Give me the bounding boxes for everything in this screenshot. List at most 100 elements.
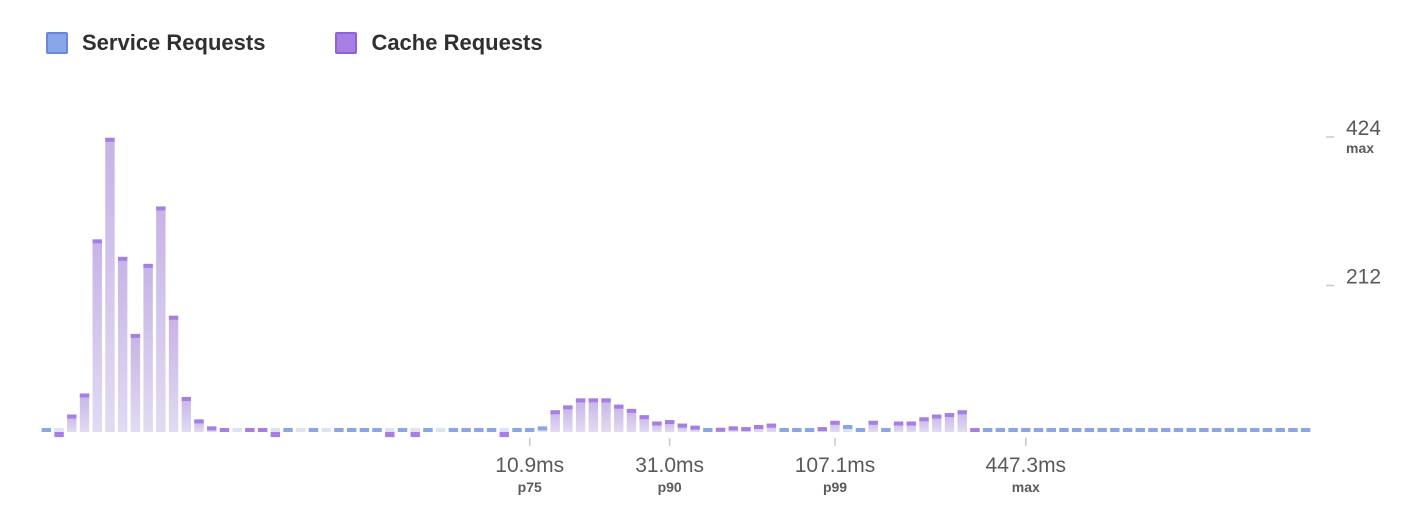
bar-group[interactable]	[970, 428, 980, 432]
bar-group[interactable]	[1071, 428, 1082, 432]
bar-group[interactable]	[448, 428, 459, 432]
bar-group[interactable]	[893, 421, 904, 432]
bar-group[interactable]	[334, 428, 344, 432]
bar-group[interactable]	[346, 428, 357, 432]
bar-group[interactable]	[486, 428, 497, 432]
bar-group[interactable]	[257, 428, 268, 432]
bar-group[interactable]	[435, 428, 446, 432]
bar-group[interactable]	[664, 420, 675, 432]
bar-group[interactable]	[792, 428, 802, 432]
bar-group[interactable]	[1262, 428, 1273, 432]
bar-group[interactable]	[512, 428, 522, 432]
bar-group[interactable]	[270, 428, 281, 438]
bar-group[interactable]	[1059, 428, 1069, 432]
bar-group[interactable]	[359, 428, 370, 432]
bar-group[interactable]	[588, 398, 599, 432]
bar-group[interactable]	[932, 414, 942, 432]
bar-group[interactable]	[944, 413, 955, 432]
bar-group[interactable]	[1173, 428, 1184, 432]
bar-group[interactable]	[919, 417, 929, 432]
bar-group[interactable]	[1122, 428, 1133, 432]
bar-group[interactable]	[652, 421, 662, 432]
bar-group[interactable]	[1135, 428, 1145, 432]
bar-group[interactable]	[232, 428, 242, 432]
bar-group[interactable]	[868, 420, 878, 432]
bar-group[interactable]	[181, 396, 191, 432]
bar-group[interactable]	[1046, 428, 1056, 432]
bar-group[interactable]	[1250, 428, 1260, 432]
bar-group[interactable]	[296, 428, 306, 432]
bar-group[interactable]	[461, 428, 471, 432]
bar-group[interactable]	[753, 424, 764, 432]
bar-group[interactable]	[130, 333, 141, 432]
bar-group[interactable]	[601, 398, 611, 432]
bar-group[interactable]	[372, 428, 382, 432]
bar-group[interactable]	[563, 405, 573, 432]
bar-group[interactable]	[410, 428, 420, 438]
bar-group[interactable]	[67, 414, 77, 432]
bar-group[interactable]	[677, 423, 688, 432]
bar-group[interactable]	[143, 263, 153, 432]
bar-group[interactable]	[1033, 428, 1044, 432]
bar-group[interactable]	[703, 428, 713, 432]
bar-group[interactable]	[1275, 428, 1285, 432]
bar-group[interactable]	[168, 315, 179, 432]
bar-group[interactable]	[855, 428, 866, 432]
bar-group[interactable]	[881, 428, 891, 432]
bar-group[interactable]	[1148, 428, 1158, 432]
bar-group[interactable]	[283, 428, 293, 432]
bar-group[interactable]	[1224, 428, 1235, 432]
bar-group[interactable]	[499, 428, 509, 438]
bar-group[interactable]	[1084, 428, 1095, 432]
bar-group[interactable]	[779, 428, 789, 432]
bar-group[interactable]	[54, 428, 64, 438]
bar-group[interactable]	[79, 393, 90, 432]
bar-group[interactable]	[474, 428, 484, 432]
bar-group[interactable]	[1300, 428, 1311, 432]
bar-group[interactable]	[1186, 428, 1196, 432]
bar-group[interactable]	[741, 427, 751, 432]
bar-group[interactable]	[1021, 428, 1031, 432]
bar-group[interactable]	[245, 428, 255, 432]
bar-group[interactable]	[804, 428, 815, 432]
bar-group[interactable]	[957, 410, 967, 432]
bar-group[interactable]	[766, 423, 777, 432]
bar-group[interactable]	[906, 421, 917, 432]
bar-group[interactable]	[525, 428, 535, 432]
bar-group[interactable]	[843, 424, 853, 432]
bar-group[interactable]	[575, 398, 586, 432]
bar-group[interactable]	[1211, 428, 1222, 432]
bar-group[interactable]	[207, 426, 217, 432]
bar-group[interactable]	[156, 206, 166, 432]
bar-group[interactable]	[982, 428, 993, 432]
bar-group[interactable]	[830, 420, 840, 432]
bar-group[interactable]	[1237, 428, 1247, 432]
bar-group[interactable]	[41, 428, 52, 432]
bar-group[interactable]	[537, 426, 548, 432]
bar-group[interactable]	[550, 410, 560, 432]
bar-group[interactable]	[385, 428, 395, 438]
bar-group[interactable]	[423, 428, 433, 432]
bar-group[interactable]	[105, 137, 115, 432]
bar-group[interactable]	[728, 426, 738, 432]
bar-group[interactable]	[194, 419, 204, 432]
bar-group[interactable]	[690, 425, 700, 432]
bar-group[interactable]	[321, 428, 331, 432]
bar-group[interactable]	[995, 428, 1006, 432]
bar-group[interactable]	[1110, 428, 1120, 432]
bar-group[interactable]	[614, 404, 624, 432]
bar-group[interactable]	[1008, 428, 1018, 432]
bar-group[interactable]	[639, 415, 649, 432]
bar-group[interactable]	[817, 427, 827, 432]
bar-group[interactable]	[219, 428, 230, 432]
bar-group[interactable]	[715, 427, 726, 432]
bar-group[interactable]	[92, 239, 102, 432]
bar-group[interactable]	[1161, 428, 1171, 432]
bar-group[interactable]	[397, 428, 408, 432]
bar-group[interactable]	[308, 428, 319, 432]
bar-group[interactable]	[1097, 428, 1107, 432]
bar-group[interactable]	[1288, 428, 1298, 432]
bar-group[interactable]	[117, 256, 128, 432]
bar-group[interactable]	[1199, 428, 1209, 432]
bar-group[interactable]	[626, 408, 637, 432]
